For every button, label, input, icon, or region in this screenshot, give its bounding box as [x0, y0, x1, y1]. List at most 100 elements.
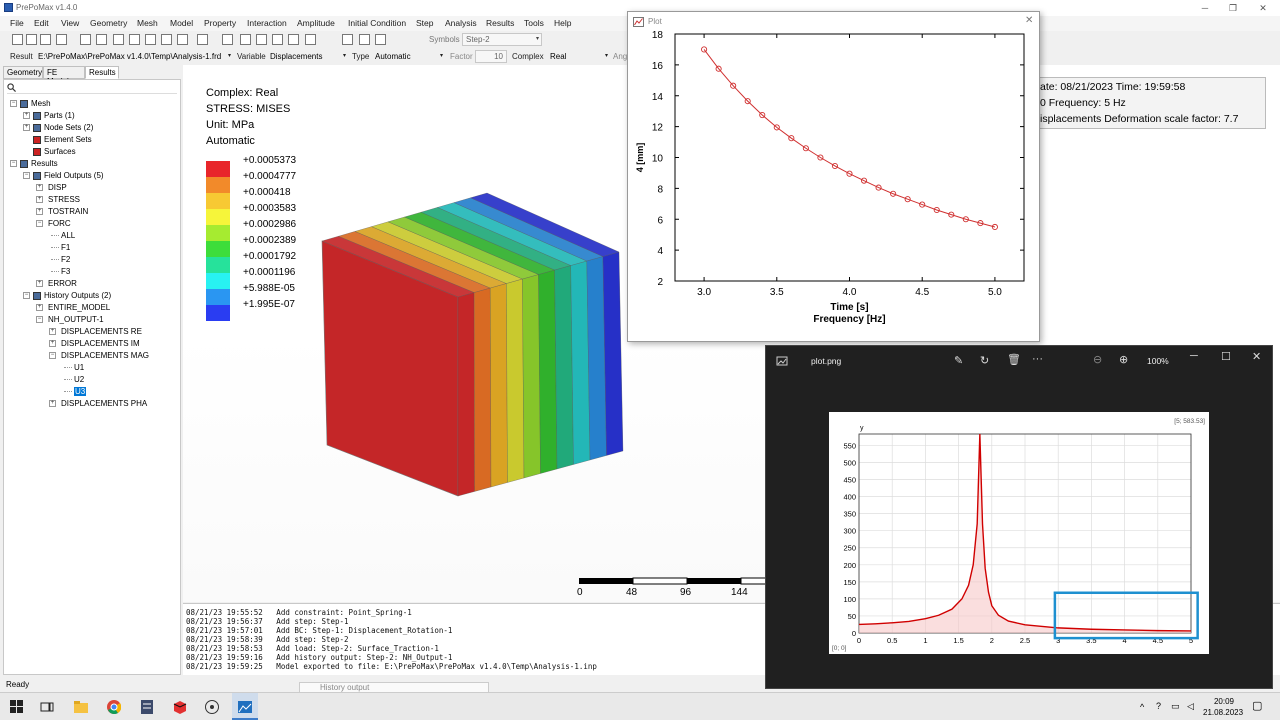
- chrome-icon[interactable]: [107, 700, 121, 714]
- result-path[interactable]: E:\PrePoMax\PrePoMax v1.4.0\Temp\Analysi…: [38, 52, 221, 61]
- tray-chevron-icon[interactable]: ^: [1140, 702, 1144, 712]
- image-viewer-window[interactable]: plot.png ✎ ↻ 🗑 ··· ⊖ ⊕ 100% ─ ☐ ✕ 0 0.5 1 1…: [765, 345, 1273, 689]
- viewer-close-icon[interactable]: ✕: [1252, 350, 1261, 363]
- tree-node[interactable]: FORC: [48, 219, 71, 228]
- tree-node[interactable]: DISPLACEMENTS IM: [61, 339, 140, 348]
- task-view-icon[interactable]: [40, 700, 54, 714]
- tree-node[interactable]: Node Sets (2): [44, 123, 93, 132]
- tree-node[interactable]: F2: [61, 255, 70, 264]
- tree-node[interactable]: DISPLACEMENTS PHA: [61, 399, 147, 408]
- windows-start-icon[interactable]: [10, 700, 24, 714]
- transparent-icon[interactable]: [305, 34, 316, 45]
- complex-select[interactable]: Real: [550, 52, 566, 61]
- more-options-icon[interactable]: ···: [1032, 353, 1043, 365]
- collapse-icon[interactable]: −: [36, 220, 43, 227]
- chevron-down-icon[interactable]: ▾: [343, 52, 346, 59]
- tree-node[interactable]: History Outputs (2): [44, 291, 111, 300]
- expand-icon[interactable]: +: [36, 208, 43, 215]
- tree-node[interactable]: DISPLACEMENTS MAG: [61, 351, 149, 360]
- search-input[interactable]: [7, 93, 177, 94]
- tree-node[interactable]: U1: [74, 363, 84, 372]
- plot-window[interactable]: Plot ✕ 3.0 3.5 4.0 4.5 5.0 2 4 6 8 10 12 14 16 18 Time…: [627, 11, 1040, 342]
- displayed-image[interactable]: 0 0.5 1 1.5 2 2.5 3 3.5 4 4.5 5 0 50 100 150 200 250 300 3…: [829, 412, 1209, 654]
- taskbar-time[interactable]: 20:09: [1212, 697, 1236, 706]
- new-file-icon[interactable]: [12, 34, 23, 45]
- viewer-minimize-icon[interactable]: ─: [1190, 350, 1198, 362]
- right-view-icon[interactable]: [177, 34, 188, 45]
- back-view-icon[interactable]: [113, 34, 124, 45]
- notification-icon[interactable]: ▢: [1252, 699, 1262, 712]
- menu-item[interactable]: Edit: [34, 18, 49, 28]
- menu-item[interactable]: Geometry: [90, 18, 127, 28]
- prepomax-cube-icon[interactable]: [173, 700, 187, 714]
- zoom-fit-icon[interactable]: [80, 34, 91, 45]
- collapse-icon[interactable]: −: [23, 292, 30, 299]
- top-view-icon[interactable]: [129, 34, 140, 45]
- expand-icon[interactable]: +: [23, 112, 30, 119]
- menu-item[interactable]: Initial Condition: [348, 18, 406, 28]
- file-explorer-icon[interactable]: [74, 700, 88, 714]
- menu-item[interactable]: Amplitude: [297, 18, 335, 28]
- calculator-icon[interactable]: [140, 700, 154, 714]
- import-icon[interactable]: [40, 34, 51, 45]
- menu-item[interactable]: Mesh: [137, 18, 158, 28]
- bottom-view-icon[interactable]: [145, 34, 156, 45]
- zoom-out-icon[interactable]: ⊖: [1093, 353, 1102, 366]
- plot-close-icon[interactable]: ✕: [1025, 15, 1033, 26]
- obs-icon[interactable]: [205, 700, 219, 714]
- collapse-icon[interactable]: −: [10, 160, 17, 167]
- collapse-icon[interactable]: −: [23, 172, 30, 179]
- collapse-icon[interactable]: −: [10, 100, 17, 107]
- tree-node[interactable]: Element Sets: [44, 135, 92, 144]
- tree-node[interactable]: F1: [61, 243, 70, 252]
- minimize-button[interactable]: ─: [1195, 1, 1215, 15]
- expand-icon[interactable]: +: [49, 340, 56, 347]
- tree-node[interactable]: ERROR: [48, 279, 77, 288]
- menu-item[interactable]: File: [10, 18, 24, 28]
- show-all-icon[interactable]: [240, 34, 251, 45]
- menu-item[interactable]: Step: [416, 18, 434, 28]
- tree-node[interactable]: DISPLACEMENTS RE: [61, 327, 142, 336]
- taskbar-date[interactable]: 21.08.2023: [1203, 708, 1243, 717]
- tree-node[interactable]: Mesh: [31, 99, 51, 108]
- left-view-icon[interactable]: [161, 34, 172, 45]
- expand-icon[interactable]: +: [49, 328, 56, 335]
- chevron-down-icon[interactable]: ▾: [605, 52, 608, 59]
- tree-node[interactable]: DISP: [48, 183, 67, 192]
- variable-select[interactable]: Displacements: [270, 52, 322, 61]
- photos-app-active[interactable]: [232, 693, 258, 720]
- tree-node[interactable]: TOSTRAIN: [48, 207, 88, 216]
- close-button[interactable]: ✕: [1253, 1, 1273, 15]
- tree-node[interactable]: Parts (1): [44, 111, 75, 120]
- search-icon[interactable]: [7, 83, 16, 92]
- expand-icon[interactable]: +: [49, 400, 56, 407]
- show-edges-icon[interactable]: [342, 34, 353, 45]
- tree-node[interactable]: NH_OUTPUT-1: [48, 315, 104, 324]
- expand-icon[interactable]: +: [36, 184, 43, 191]
- menu-item[interactable]: Interaction: [247, 18, 287, 28]
- hide-icon[interactable]: [222, 34, 233, 45]
- network-icon[interactable]: ▭: [1171, 701, 1180, 712]
- save-icon[interactable]: [56, 34, 67, 45]
- explode-icon[interactable]: [272, 34, 283, 45]
- collapse-icon[interactable]: −: [49, 352, 56, 359]
- menu-item[interactable]: Property: [204, 18, 236, 28]
- tree-node[interactable]: U2: [74, 375, 84, 384]
- menu-item[interactable]: Help: [554, 18, 571, 28]
- front-view-icon[interactable]: [96, 34, 107, 45]
- expand-icon[interactable]: +: [36, 304, 43, 311]
- menu-item[interactable]: Model: [170, 18, 193, 28]
- open-file-icon[interactable]: [26, 34, 37, 45]
- menu-item[interactable]: Results: [486, 18, 514, 28]
- iso-view-icon[interactable]: [197, 34, 208, 45]
- chevron-down-icon[interactable]: ▾: [228, 52, 231, 59]
- menu-item[interactable]: Analysis: [445, 18, 477, 28]
- factor-input[interactable]: 10: [475, 50, 507, 63]
- zoom-in-icon[interactable]: ⊕: [1119, 353, 1128, 366]
- tree-node[interactable]: Field Outputs (5): [44, 171, 104, 180]
- volume-icon[interactable]: ◁: [1187, 701, 1194, 712]
- tree-node[interactable]: Results: [31, 159, 58, 168]
- chevron-down-icon[interactable]: ▾: [440, 52, 443, 59]
- tree-node[interactable]: ENTIRE_MODEL: [48, 303, 110, 312]
- section-view-icon[interactable]: [256, 34, 267, 45]
